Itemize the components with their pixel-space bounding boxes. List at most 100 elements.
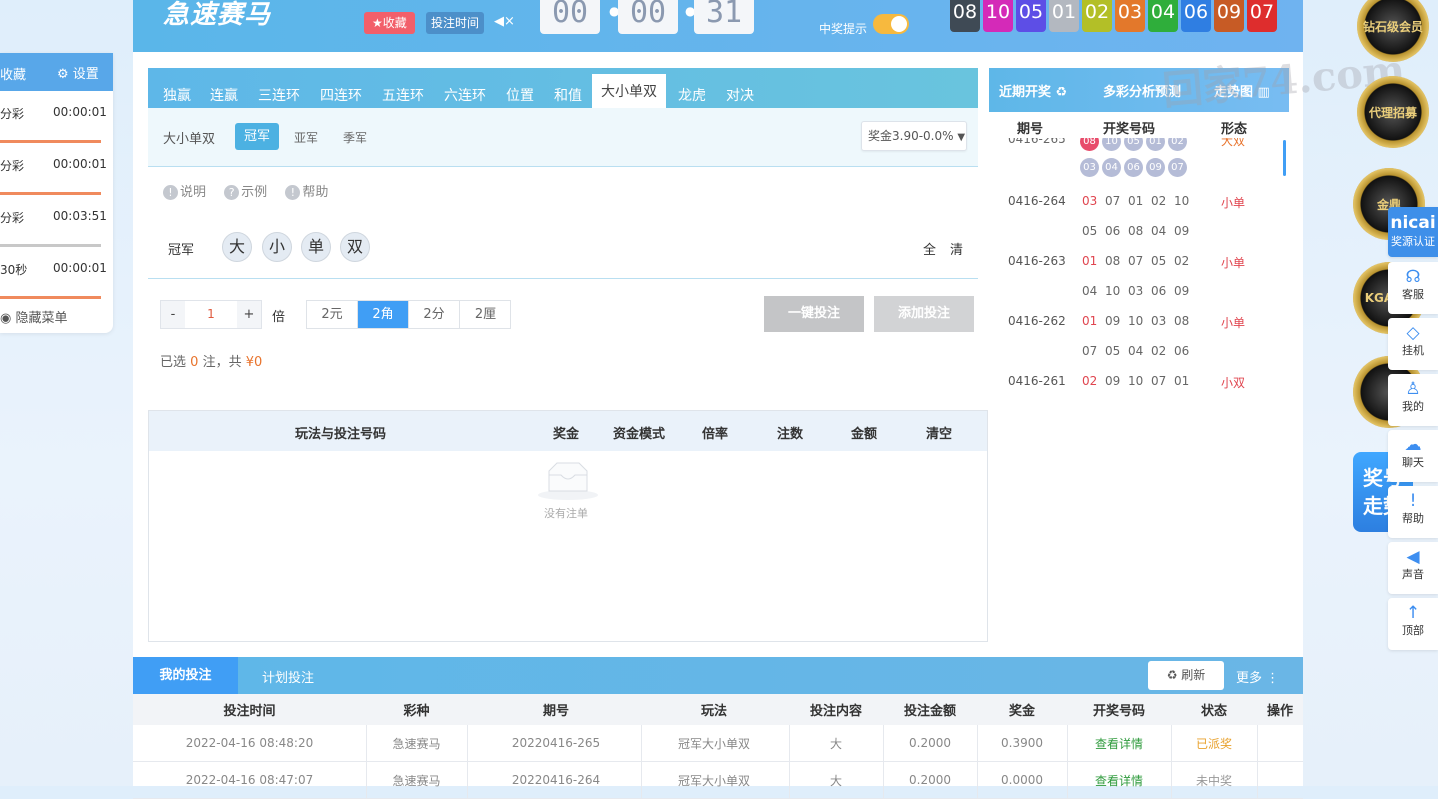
- history-period: 0416-263: [1008, 254, 1066, 268]
- pill-champion[interactable]: 冠军: [235, 123, 279, 150]
- unit-yuan[interactable]: 2元: [307, 301, 358, 328]
- records-col: 彩种: [403, 704, 430, 719]
- hide-menu-button[interactable]: ◉ 隐藏菜单: [0, 307, 68, 326]
- favorite-button[interactable]: ★收藏: [364, 12, 415, 34]
- multiplier-input[interactable]: 1: [185, 301, 237, 328]
- fav-game-item[interactable]: 分彩 00:03:51: [0, 195, 113, 247]
- records-col: 操作: [1266, 704, 1293, 719]
- settings-button[interactable]: ⚙ 设置: [57, 63, 99, 82]
- history-number: 06: [1151, 284, 1167, 298]
- favorites-label[interactable]: 收藏: [0, 64, 26, 83]
- help-link[interactable]: ! 帮助: [285, 185, 328, 200]
- tab-play[interactable]: 连赢: [210, 85, 238, 105]
- help-links: ! 说明 ? 示例 ! 帮助: [163, 181, 328, 200]
- history-number: 06: [1105, 224, 1121, 238]
- tab-active[interactable]: 大小单双: [592, 74, 666, 108]
- view-details-link[interactable]: 查看详情: [1067, 762, 1171, 798]
- rail-帮助[interactable]: ! 帮助: [1388, 486, 1438, 538]
- left-float-menu: 收藏 ⚙ 设置 ◉ 隐藏菜单 分彩 00:00:01 分彩 00:00:01 分彩 00:…: [0, 53, 113, 333]
- rail-我的[interactable]: ♙ 我的: [1388, 374, 1438, 426]
- quick-bet-button[interactable]: 一键投注: [764, 296, 864, 332]
- info-link[interactable]: ! 说明: [163, 185, 206, 200]
- tab-play[interactable]: 对决: [726, 85, 754, 105]
- pick-even[interactable]: 双: [340, 232, 370, 262]
- settings-label: 设置: [72, 67, 99, 82]
- record-cell: 2022-04-16 08:48:20: [185, 736, 314, 750]
- left-menu-header: 收藏 ⚙ 设置: [0, 53, 113, 91]
- history-period: 0416-261: [1008, 374, 1066, 388]
- recent-draws-panel: 近期开奖 ♻ 多彩分析预测 走势图 ▥ 期号 开奖号码 形态 0416-265 0…: [989, 68, 1289, 394]
- history-list[interactable]: 0416-265 08 10 05 01 02 03 04 06 09 07 大双 0416-264 03…: [989, 138, 1289, 394]
- sub-bar-label: 大小单双: [163, 132, 216, 147]
- tab-play[interactable]: 独赢: [163, 85, 191, 105]
- fav-game-item[interactable]: 分彩 00:00:01: [0, 91, 113, 143]
- bet-record-row[interactable]: 2022-04-16 08:47:07 急速赛马 20220416-264 冠军大小单…: [133, 762, 1303, 799]
- pick-odd[interactable]: 单: [301, 232, 331, 262]
- win-notice-label: 中奖提示: [819, 22, 868, 36]
- tab-play[interactable]: 六连环: [444, 85, 486, 105]
- badge-agent-recruit[interactable]: 代理招募: [1357, 76, 1429, 148]
- mute-icon[interactable]: ◀×: [494, 14, 515, 29]
- record-cell: 急速赛马: [392, 736, 441, 751]
- progress-bar: [0, 296, 101, 299]
- view-details-link[interactable]: 查看详情: [1067, 725, 1171, 761]
- clear-pick-button[interactable]: 清: [950, 239, 963, 258]
- tab-play[interactable]: 龙虎: [678, 85, 706, 105]
- more-button[interactable]: 更多 ⋮: [1236, 667, 1279, 686]
- records-col: 期号: [542, 704, 569, 719]
- source-certification[interactable]: nicai 奖源认证: [1388, 207, 1438, 257]
- tab-play[interactable]: 和值: [554, 85, 582, 105]
- record-cell: 冠军大小单双: [677, 736, 750, 751]
- rail-客服[interactable]: ☊ 客服: [1388, 262, 1438, 314]
- rail-挂机[interactable]: ◇ 挂机: [1388, 318, 1438, 370]
- tab-plan-bets[interactable]: 计划投注: [262, 667, 314, 686]
- prize-select[interactable]: 奖金3.90-0.0% ▼: [861, 121, 967, 151]
- history-number: 08: [1105, 254, 1121, 268]
- history-number: 09: [1174, 224, 1190, 238]
- unit-fen[interactable]: 2分: [409, 301, 460, 328]
- history-ball: 05: [1124, 138, 1143, 151]
- rail-顶部[interactable]: ↑ 顶部: [1388, 598, 1438, 650]
- tab-play[interactable]: 四连环: [320, 85, 362, 105]
- fav-game-item[interactable]: 30秒 00:00:01: [0, 247, 113, 299]
- pill-third[interactable]: 季军: [343, 129, 367, 146]
- rail-聊天[interactable]: ☁ 聊天: [1388, 430, 1438, 482]
- tab-play[interactable]: 五连环: [382, 85, 424, 105]
- tab-play[interactable]: 三连环: [258, 85, 300, 105]
- history-number: 10: [1128, 374, 1144, 388]
- bet-record-row[interactable]: 2022-04-16 08:48:20 急速赛马 20220416-265 冠军大小单…: [133, 725, 1303, 762]
- tab-my-bets[interactable]: 我的投注: [133, 657, 238, 694]
- history-scrollbar[interactable]: [1283, 140, 1286, 176]
- win-notice-toggle[interactable]: [873, 14, 909, 34]
- add-bet-button[interactable]: 添加投注: [874, 296, 974, 332]
- history-shape: 小单: [1221, 196, 1246, 210]
- pick-big[interactable]: 大: [222, 232, 252, 262]
- countdown-seconds: 31: [694, 0, 754, 34]
- eye-off-icon: ◉: [0, 311, 12, 326]
- order-table-header: 玩法与投注号码 奖金 资金模式 倍率 注数 金额 清空: [149, 411, 987, 451]
- fav-game-item[interactable]: 分彩 00:00:01: [0, 143, 113, 195]
- history-period: 0416-264: [1008, 194, 1066, 208]
- tab-play[interactable]: 位置: [506, 85, 534, 105]
- hide-menu-label: 隐藏菜单: [15, 311, 68, 326]
- rail-label: 声音: [1402, 568, 1424, 581]
- pick-small[interactable]: 小: [262, 232, 292, 262]
- plus-button[interactable]: +: [237, 301, 261, 328]
- bet-time-button[interactable]: 投注时间: [426, 12, 485, 34]
- bet-records-panel: 我的投注 计划投注 ♻ 刷新 更多 ⋮ 投注时间 彩种 期号 玩法 投注内容 投注金额 奖金…: [133, 657, 1303, 799]
- draw-ball: 07: [1247, 0, 1277, 32]
- select-all-button[interactable]: 全: [923, 239, 936, 258]
- history-period: 0416-265: [1008, 138, 1066, 146]
- unit-jiao[interactable]: 2角: [358, 301, 409, 328]
- unit-li[interactable]: 2厘: [460, 301, 511, 328]
- recent-draws-tab[interactable]: 近期开奖 ♻: [999, 81, 1067, 100]
- rail-声音[interactable]: ◀ 声音: [1388, 542, 1438, 594]
- clear-orders-button[interactable]: 清空: [926, 423, 952, 442]
- example-link[interactable]: ? 示例: [224, 185, 267, 200]
- pill-runner-up[interactable]: 亚军: [294, 129, 318, 146]
- record-cell: 0.2000: [909, 736, 951, 750]
- fav-game-countdown: 00:00:01: [53, 261, 107, 275]
- history-period: 0416-262: [1008, 314, 1066, 328]
- minus-button[interactable]: -: [161, 301, 185, 328]
- refresh-button[interactable]: ♻ 刷新: [1148, 661, 1224, 690]
